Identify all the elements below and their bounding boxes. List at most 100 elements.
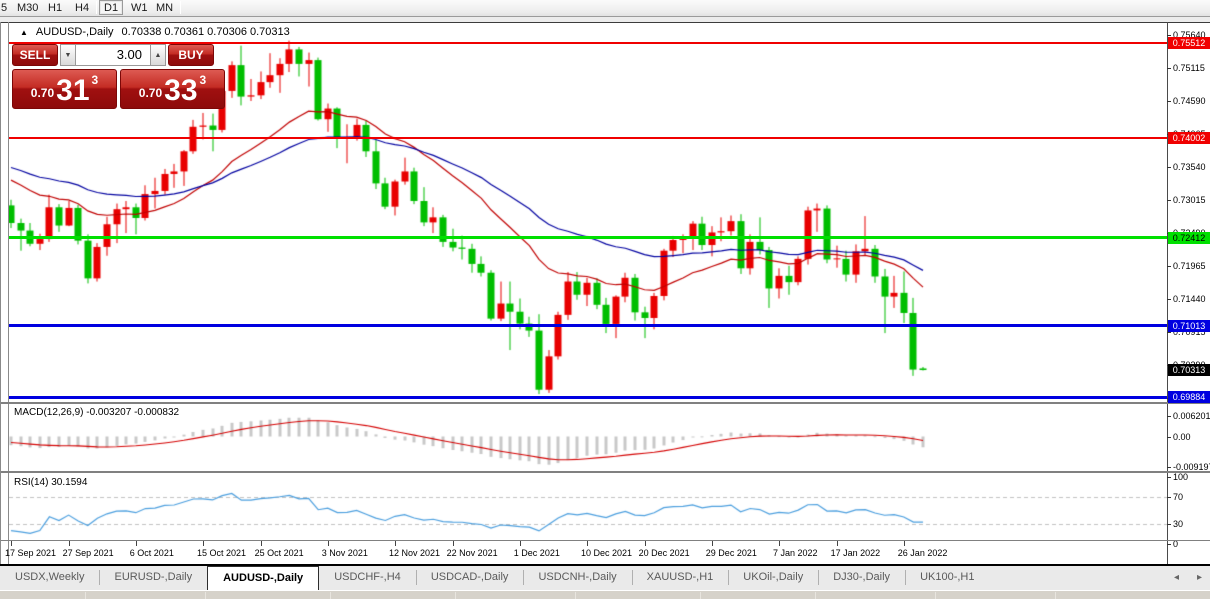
buy-button[interactable]: BUY: [168, 44, 214, 66]
price-axis-tick-label: 0.75115: [1173, 63, 1205, 73]
symbol-tab-usdcnh[interactable]: USDCNH-,Daily: [523, 566, 631, 590]
tab-scroll-arrows: ◂ ▸: [1174, 572, 1202, 583]
price-level-line[interactable]: [9, 324, 1167, 327]
symbol-tab-bar: USDX,WeeklyEURUSD-,DailyAUDUSD-,DailyUSD…: [0, 566, 1210, 590]
macd-axis-tick-label: 0.006201: [1173, 411, 1210, 421]
price-level-line[interactable]: [9, 396, 1167, 399]
price-level-badge: 0.75512: [1168, 37, 1210, 49]
symbol-tab-audusd[interactable]: AUDUSD-,Daily: [207, 566, 319, 590]
symbol-tab-usdx[interactable]: USDX,Weekly: [0, 566, 99, 590]
timeframe-button-m30[interactable]: M30: [12, 0, 43, 15]
volume-decrease-button[interactable]: ▼: [60, 44, 76, 66]
status-bar-separator: [455, 592, 456, 599]
rsi-axis-tick-mark: [1167, 477, 1171, 478]
time-axis-tick-mark: [136, 541, 137, 546]
tab-scroll-left-icon[interactable]: ◂: [1174, 572, 1179, 583]
timeframe-button-h1[interactable]: H1: [43, 0, 67, 15]
buy-price-tile[interactable]: 0.70333: [120, 69, 225, 109]
macd-label: MACD(12,26,9) -0.003207 -0.000832: [14, 407, 179, 418]
status-bar-separator: [935, 592, 936, 599]
time-axis-tick-mark: [69, 541, 70, 546]
time-axis-tick-mark: [520, 541, 521, 546]
status-bar: [0, 590, 1210, 599]
symbol-tab-eurusd[interactable]: EURUSD-,Daily: [99, 566, 207, 590]
time-axis-label: 17 Jan 2022: [831, 548, 881, 558]
time-axis-tick-mark: [712, 541, 713, 546]
rsi-axis-tick-label: 30: [1173, 519, 1183, 529]
rsi-axis-tick-label: 100: [1173, 472, 1188, 482]
chart-title: ▲AUDUSD-,Daily0.70338 0.70361 0.70306 0.…: [20, 26, 290, 38]
time-axis-label: 20 Dec 2021: [639, 548, 690, 558]
buy-price-prefix: 0.70: [139, 86, 162, 100]
price-axis-tick-label: 0.74590: [1173, 96, 1206, 106]
price-axis-tick-mark: [1167, 200, 1171, 201]
time-axis-tick-mark: [261, 541, 262, 546]
macd-axis-tick-label: 0.00: [1173, 432, 1191, 442]
symbol-tab-uk100[interactable]: UK100-,H1: [905, 566, 989, 590]
symbol-tab-usdcad[interactable]: USDCAD-,Daily: [416, 566, 524, 590]
symbol-tab-xauusd[interactable]: XAUUSD-,H1: [632, 566, 729, 590]
symbol-tab-usdchf[interactable]: USDCHF-,H4: [319, 566, 416, 590]
symbol-tab-dj30[interactable]: DJ30-,Daily: [818, 566, 905, 590]
price-axis-separator: [1167, 22, 1168, 565]
rsi-axis-tick-mark: [1167, 497, 1171, 498]
time-axis-label: 3 Nov 2021: [322, 548, 368, 558]
timeframe-button-5[interactable]: 5: [0, 0, 12, 15]
volume-input[interactable]: 3.00: [76, 44, 150, 66]
time-axis-tick-mark: [837, 541, 838, 546]
time-axis-label: 1 Dec 2021: [514, 548, 560, 558]
time-axis-tick-mark: [203, 541, 204, 546]
price-axis-tick-mark: [1167, 167, 1171, 168]
price-axis-tick-mark: [1167, 101, 1171, 102]
volume-increase-button[interactable]: ▲: [150, 44, 166, 66]
status-bar-separator: [575, 592, 576, 599]
price-level-badge: 0.74002: [1168, 132, 1210, 144]
toolbar-separator: [96, 1, 97, 14]
rsi-value: 30.1594: [51, 477, 87, 488]
price-axis-tick-mark: [1167, 35, 1171, 36]
price-axis-tick-label: 0.73540: [1173, 162, 1206, 172]
sell-price-tile[interactable]: 0.70313: [12, 69, 117, 109]
time-axis-tick-mark: [453, 541, 454, 546]
price-level-line[interactable]: [9, 137, 1167, 139]
time-axis-tick-mark: [904, 541, 905, 546]
rsi-axis-tick-label: 70: [1173, 492, 1183, 502]
macd-indicator-canvas[interactable]: [9, 404, 1167, 471]
status-bar-separator: [815, 592, 816, 599]
sell-button[interactable]: SELL: [12, 44, 58, 66]
tab-scroll-right-icon[interactable]: ▸: [1197, 572, 1202, 583]
sell-price-pipette: 3: [92, 73, 99, 87]
timeframe-toolbar: 5M30H1H4 D1W1MN: [0, 0, 1210, 17]
time-axis-tick-mark: [328, 541, 329, 546]
status-bar-separator: [205, 592, 206, 599]
sell-price-main: 31: [56, 79, 89, 103]
macd-axis-tick-mark: [1167, 416, 1171, 417]
macd-panel-separator[interactable]: [1, 402, 1210, 404]
timeframe-button-mn[interactable]: MN: [151, 0, 178, 15]
price-axis-tick-mark: [1167, 266, 1171, 267]
time-axis-label: 6 Oct 2021: [130, 548, 174, 558]
time-axis-label: 7 Jan 2022: [773, 548, 818, 558]
timeframe-button-h4[interactable]: H4: [70, 0, 94, 15]
collapse-panel-icon[interactable]: ▲: [20, 28, 28, 37]
macd-values: -0.003207 -0.000832: [86, 407, 179, 418]
buy-price-pipette: 3: [200, 73, 207, 87]
one-click-top-row: SELL ▼ 3.00 ▲ BUY: [12, 44, 225, 66]
time-axis-tick-mark: [645, 541, 646, 546]
status-bar-separator: [330, 592, 331, 599]
status-bar-separator: [85, 592, 86, 599]
time-axis-label: 17 Sep 2021: [5, 548, 56, 558]
rsi-indicator-canvas[interactable]: [9, 473, 1167, 540]
timeframe-button-d1[interactable]: D1: [99, 0, 123, 15]
rsi-panel-separator[interactable]: [1, 471, 1210, 473]
price-level-badge: 0.71013: [1168, 320, 1210, 332]
symbol-tab-ukoil[interactable]: UKOil-,Daily: [728, 566, 818, 590]
price-axis-tick-label: 0.73015: [1173, 195, 1206, 205]
price-level-line[interactable]: [9, 236, 1167, 239]
chart-symbol-period: AUDUSD-,Daily: [36, 26, 114, 38]
timeframe-button-w1[interactable]: W1: [126, 0, 153, 15]
time-axis-label: 10 Dec 2021: [581, 548, 632, 558]
time-axis-tick-mark: [587, 541, 588, 546]
time-axis-separator: [1, 540, 1210, 541]
time-axis-tick-mark: [779, 541, 780, 546]
